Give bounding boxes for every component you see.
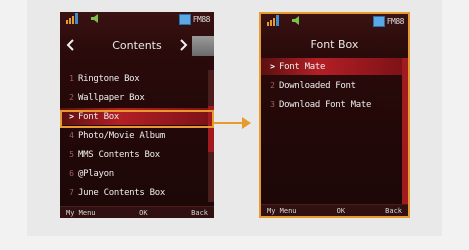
- item-number: 4: [69, 131, 74, 140]
- list-item[interactable]: 2 Downloaded Font: [261, 77, 398, 94]
- item-label: Download Font Mate: [279, 99, 372, 110]
- speaker-icon: [91, 14, 98, 23]
- item-label: @Playon: [78, 168, 114, 179]
- softkey-back[interactable]: Back: [191, 209, 208, 217]
- connector-line: [214, 122, 244, 124]
- list-item[interactable]: 6 @Playon: [60, 165, 204, 182]
- battery-icon: [372, 15, 385, 27]
- item-number: 2: [69, 93, 74, 102]
- softkey-ok[interactable]: OK: [139, 209, 147, 217]
- battery-label: FM88: [386, 16, 405, 26]
- softkey-bar: My Menu OK Back: [261, 204, 408, 216]
- item-number: 2: [270, 81, 275, 90]
- list-item[interactable]: 2 Wallpaper Box: [60, 89, 204, 106]
- screen-title: Font Box: [310, 38, 359, 51]
- softkey-ok[interactable]: OK: [337, 207, 345, 215]
- list-item[interactable]: 3 Download Font Mate: [261, 96, 398, 113]
- font-box-screen: FM88 Font Box > Font Mate 2 Downloaded F…: [259, 12, 410, 218]
- status-bar: FM88: [261, 14, 408, 28]
- item-label: Photo/Movie Album: [78, 130, 166, 141]
- battery-indicator: FM88: [178, 13, 211, 25]
- list-item[interactable]: 5 MMS Contents Box: [60, 146, 204, 163]
- scrollbar[interactable]: [208, 70, 214, 202]
- item-label: MMS Contents Box: [78, 149, 160, 160]
- item-number: 7: [69, 188, 74, 197]
- list-item[interactable]: 1 Ringtone Box: [60, 70, 204, 87]
- item-number: 1: [69, 74, 74, 83]
- softkey-my-menu[interactable]: My Menu: [66, 209, 96, 217]
- item-label: June Contents Box: [78, 187, 166, 198]
- battery-label: FM88: [192, 14, 211, 24]
- item-label: Ringtone Box: [78, 73, 140, 84]
- list-item-selected[interactable]: > Font Mate: [261, 58, 402, 75]
- signal-icon: [66, 13, 78, 24]
- status-bar: FM88: [60, 12, 214, 26]
- softkey-my-menu[interactable]: My Menu: [267, 207, 297, 215]
- chevron-right-icon[interactable]: [180, 39, 188, 51]
- arrow-right-icon: [242, 117, 251, 129]
- scrollbar[interactable]: [402, 58, 408, 204]
- list-item[interactable]: 4 Photo/Movie Album: [60, 127, 204, 144]
- item-number: 5: [69, 150, 74, 159]
- softkey-bar: My Menu OK Back: [60, 206, 214, 218]
- item-label: Font Mate: [279, 61, 326, 72]
- preview-thumbnail: [192, 36, 214, 56]
- item-number: 3: [270, 100, 275, 109]
- list-item[interactable]: 7 June Contents Box: [60, 184, 204, 201]
- scrollbar-thumb[interactable]: [402, 58, 408, 204]
- battery-indicator: FM88: [372, 15, 405, 27]
- screen-title: Contents: [112, 39, 162, 52]
- title-row: Contents: [60, 35, 214, 55]
- signal-icon: [267, 15, 279, 26]
- speaker-icon: [292, 16, 299, 25]
- battery-icon: [178, 13, 191, 25]
- item-number: >: [270, 62, 275, 71]
- item-number: 6: [69, 169, 74, 178]
- softkey-back[interactable]: Back: [385, 207, 402, 215]
- selection-highlight-frame: [60, 110, 214, 128]
- item-label: Downloaded Font: [279, 80, 356, 91]
- item-label: Wallpaper Box: [78, 92, 145, 103]
